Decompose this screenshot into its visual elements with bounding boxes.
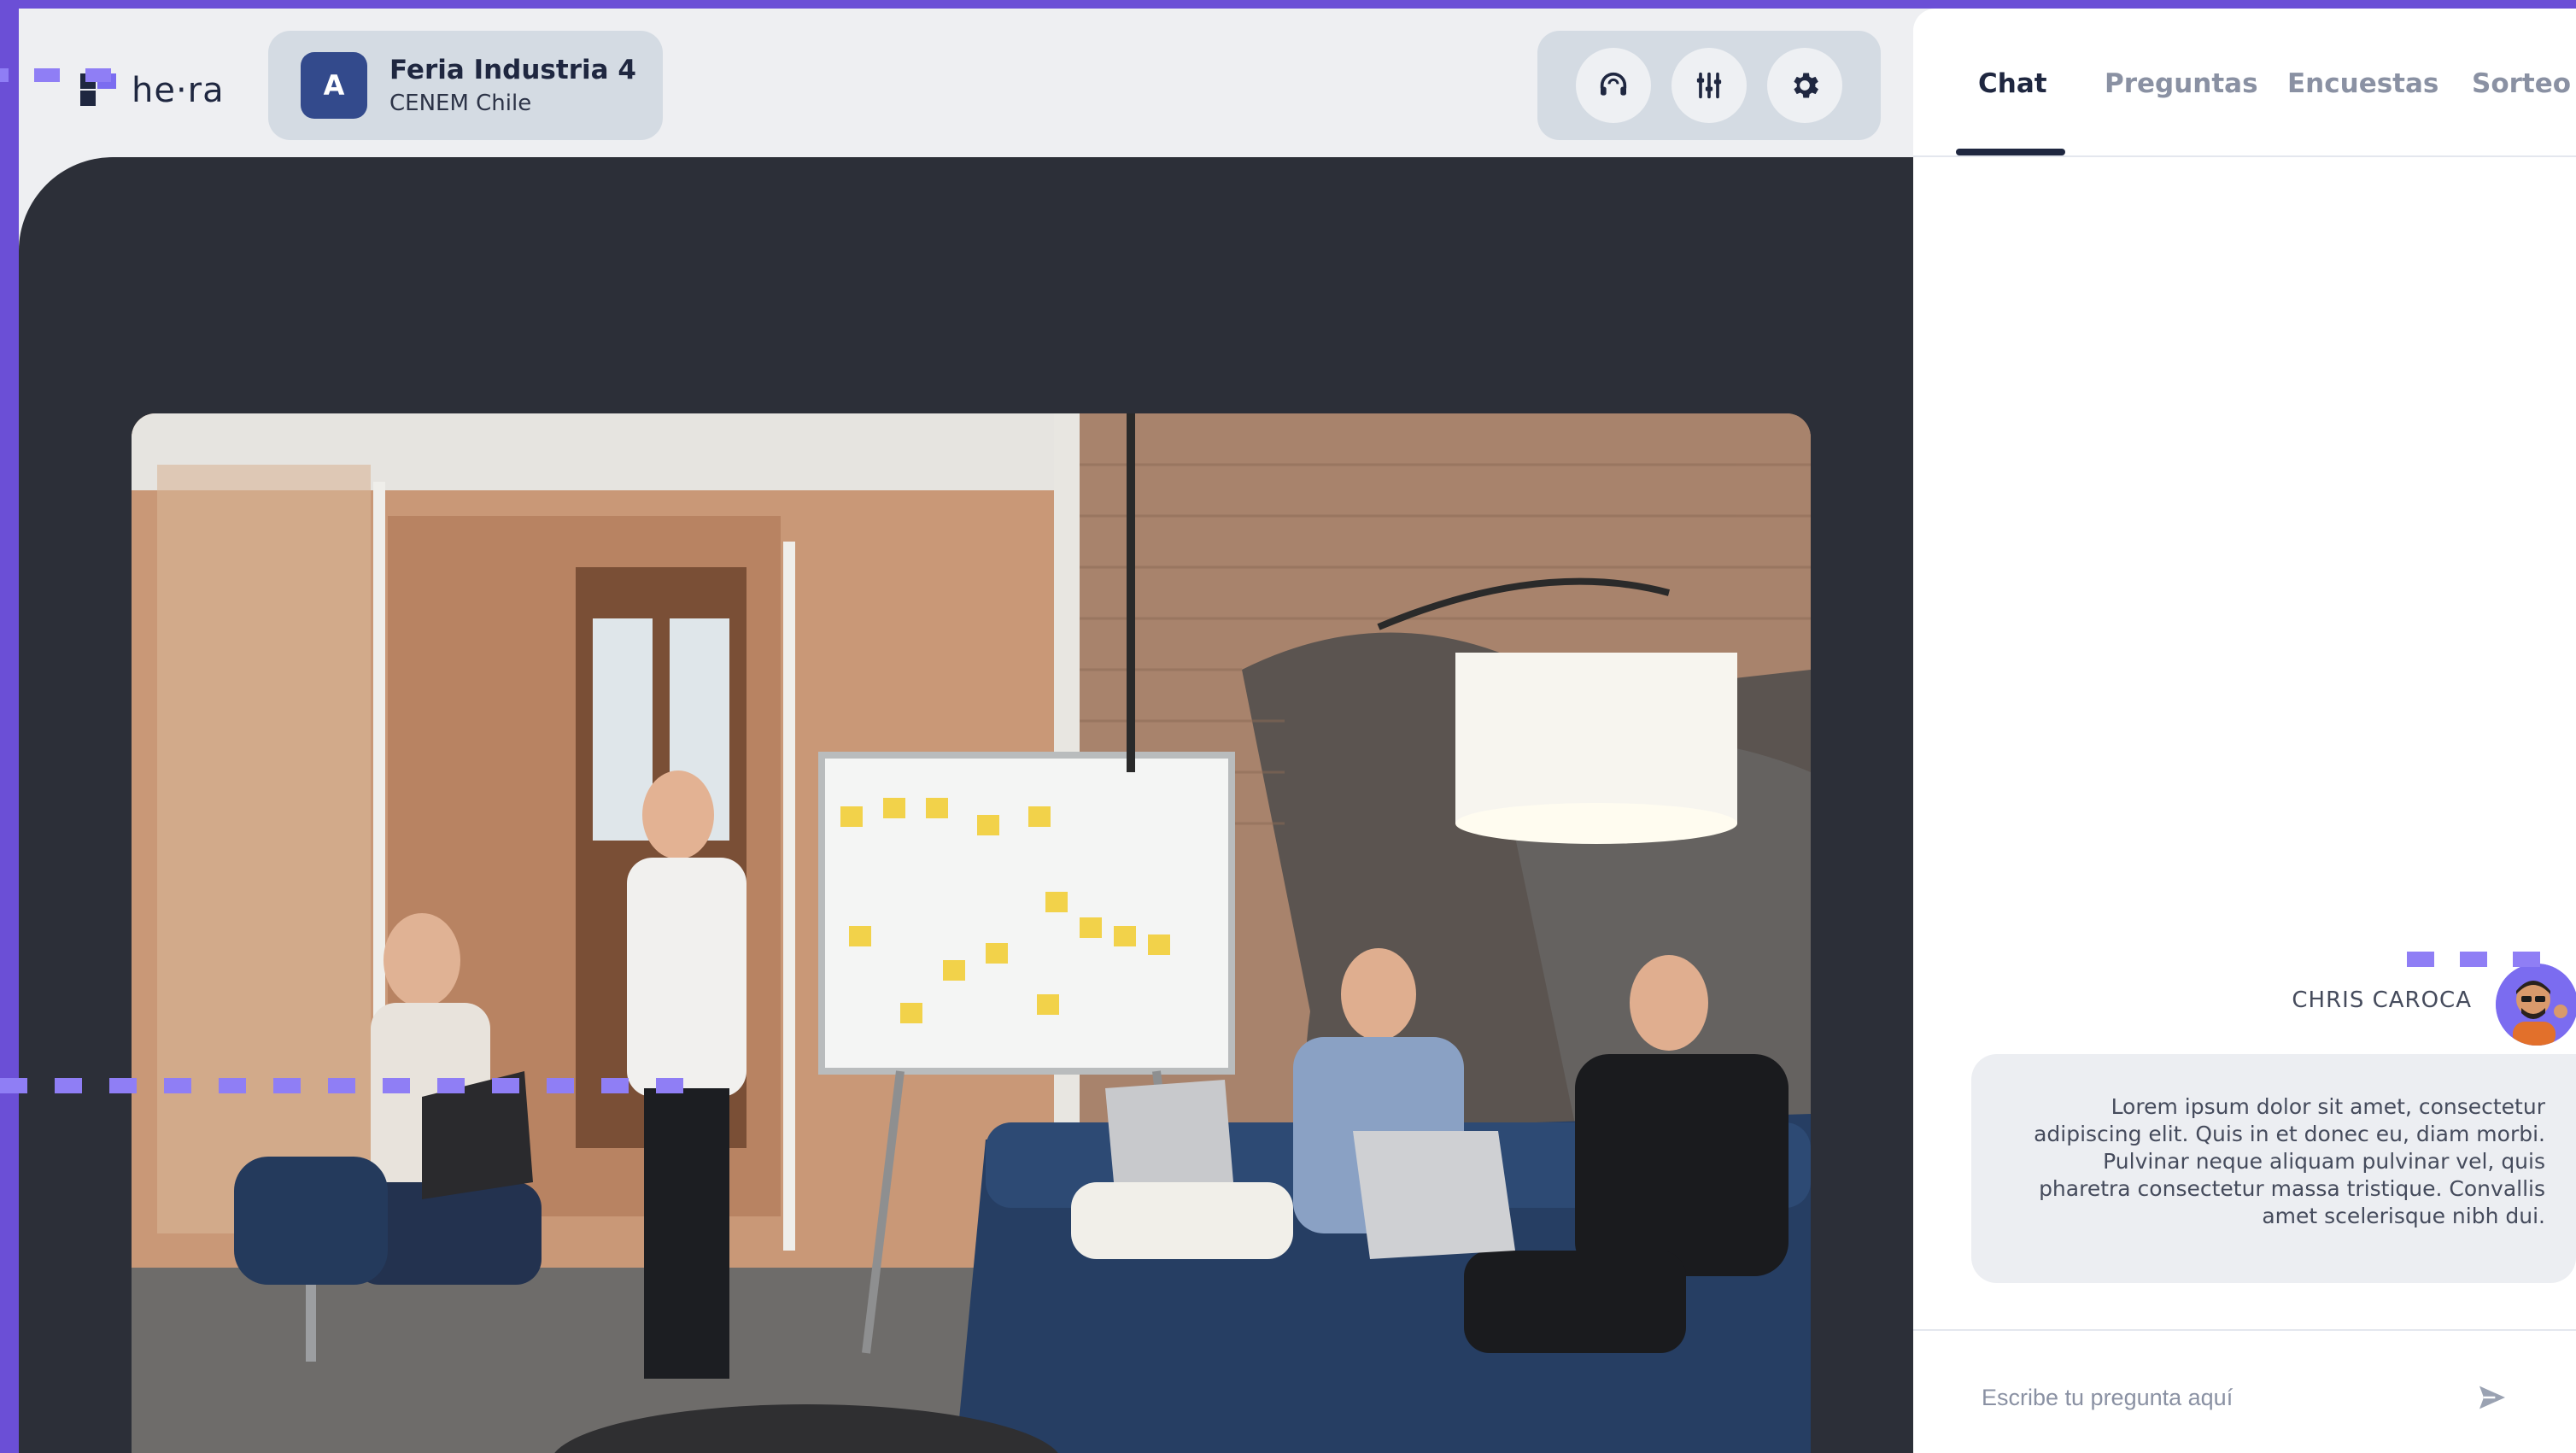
decor-dash bbox=[0, 1078, 27, 1093]
panel-tabs: Chat Preguntas Encuestas Sorteo bbox=[1913, 9, 2576, 157]
decor-dash bbox=[2407, 952, 2434, 967]
decor-dash bbox=[656, 1078, 683, 1093]
event-card[interactable]: A Feria Industria 4 CENEM Chile bbox=[268, 31, 663, 140]
app-window: he·ra A Feria Industria 4 CENEM Chile Ch… bbox=[19, 9, 2576, 1453]
decor-dash bbox=[273, 1078, 301, 1093]
decor-dash bbox=[328, 1078, 355, 1093]
active-tab-indicator bbox=[1956, 149, 2065, 155]
decor-dash bbox=[109, 1078, 137, 1093]
send-button[interactable] bbox=[2470, 1375, 2515, 1420]
decor-dash bbox=[547, 1078, 574, 1093]
decor-dash bbox=[437, 1078, 465, 1093]
tab-preguntas[interactable]: Preguntas bbox=[2105, 68, 2258, 99]
gear-icon bbox=[1794, 73, 1818, 98]
equalizer-icon bbox=[1696, 72, 1722, 99]
side-panel: Chat Preguntas Encuestas Sorteo CHRIS CA… bbox=[1913, 9, 2576, 1453]
decor-dash bbox=[2460, 952, 2487, 967]
event-avatar: A bbox=[301, 52, 367, 119]
event-title: Feria Industria 4 bbox=[389, 55, 636, 85]
decor-dash bbox=[601, 1078, 629, 1093]
message-author: CHRIS CAROCA bbox=[2292, 987, 2472, 1013]
message-composer bbox=[1913, 1329, 2576, 1453]
decor-dash bbox=[383, 1078, 410, 1093]
message-text: Lorem ipsum dolor sit amet, consectetur … bbox=[2034, 1094, 2545, 1228]
event-subtitle: CENEM Chile bbox=[389, 91, 532, 116]
question-input[interactable] bbox=[1982, 1379, 2460, 1416]
decor-dash bbox=[2513, 952, 2540, 967]
decor-dash bbox=[0, 68, 9, 82]
settings-button[interactable] bbox=[1767, 48, 1842, 123]
decor-dash bbox=[492, 1078, 519, 1093]
headset-icon bbox=[1600, 72, 1627, 96]
logo-text: he·ra bbox=[132, 71, 225, 110]
support-button[interactable] bbox=[1576, 48, 1651, 123]
audio-settings-button[interactable] bbox=[1671, 48, 1747, 123]
decor-dash bbox=[85, 68, 111, 82]
send-icon bbox=[2479, 1386, 2505, 1409]
tab-sorteo[interactable]: Sorteo bbox=[2472, 68, 2571, 99]
decor-dash bbox=[164, 1078, 191, 1093]
message-bubble: Lorem ipsum dolor sit amet, consectetur … bbox=[1971, 1054, 2576, 1283]
video-stage bbox=[19, 157, 1913, 1453]
tab-chat[interactable]: Chat bbox=[1978, 68, 2047, 99]
meeting-photo[interactable] bbox=[132, 413, 1811, 1453]
office-scene-image bbox=[132, 413, 1811, 1453]
decor-dash bbox=[219, 1078, 246, 1093]
avatar-image bbox=[2496, 964, 2576, 1046]
tab-encuestas[interactable]: Encuestas bbox=[2287, 68, 2438, 99]
toolbar bbox=[1537, 31, 1881, 140]
decor-dash bbox=[34, 68, 60, 82]
decor-dash bbox=[55, 1078, 82, 1093]
author-avatar bbox=[2496, 964, 2576, 1046]
